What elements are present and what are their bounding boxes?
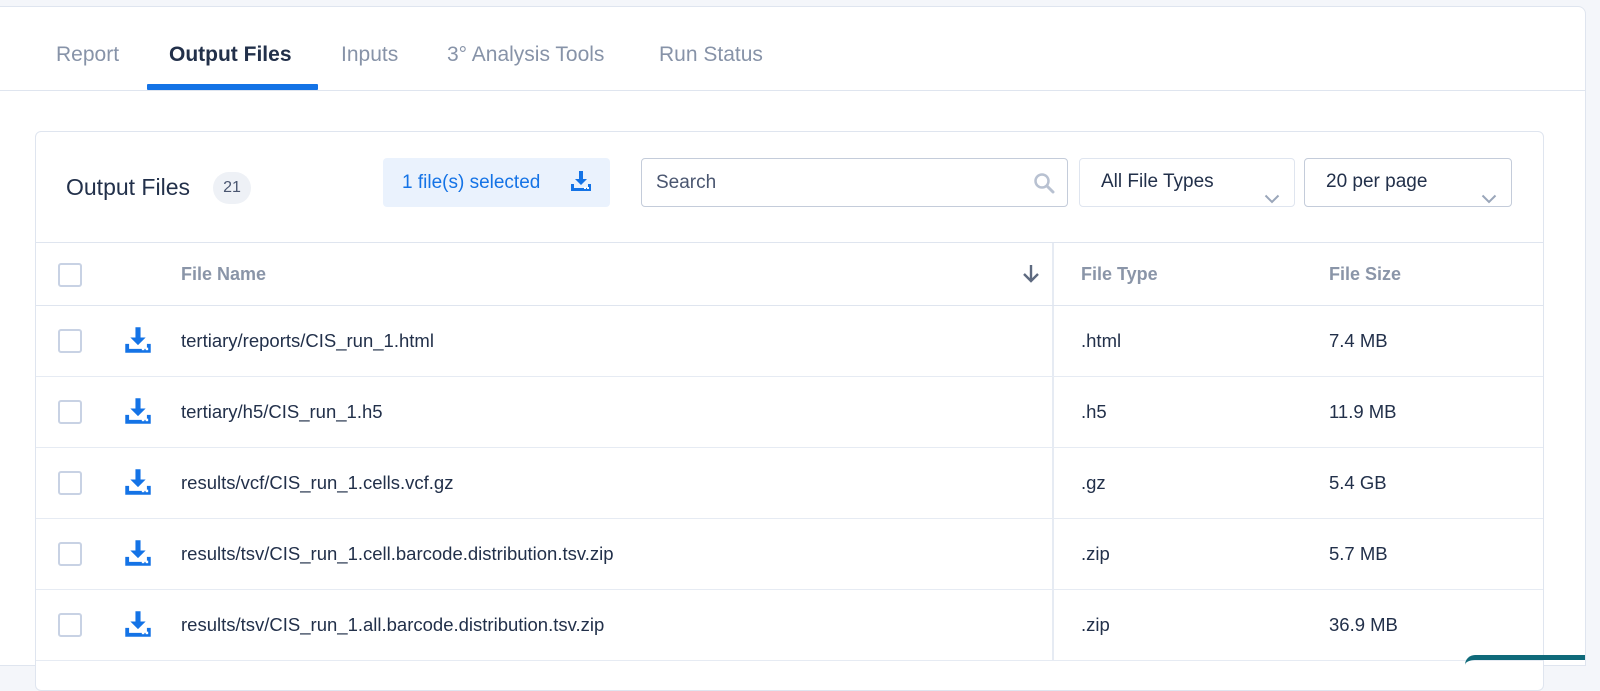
column-divider [1052,590,1054,661]
file-name-cell: tertiary/reports/CIS_run_1.html [181,330,434,351]
select-all-checkbox[interactable] [58,263,82,287]
table-row: results/tsv/CIS_run_1.cell.barcode.distr… [36,519,1543,590]
file-name-cell: results/tsv/CIS_run_1.all.barcode.distri… [181,614,605,635]
tab-output-files[interactable]: Output Files [169,43,292,67]
tab-report[interactable]: Report [56,43,119,67]
file-count-badge: 21 [213,172,251,204]
file-size-cell: 11.9 MB [1329,401,1397,422]
file-size-cell: 5.7 MB [1329,543,1388,564]
column-divider [1052,448,1054,519]
table-row: results/vcf/CIS_run_1.cells.vcf.gz .gz 5… [36,448,1543,519]
chevron-down-icon [1481,176,1497,222]
file-type-cell: .html [1081,330,1122,351]
column-divider[interactable] [1052,243,1054,305]
column-divider [1052,519,1054,590]
output-files-table: File Name File Type File Size tertiary/r… [36,242,1543,661]
arrow-down-icon[interactable] [1021,263,1041,290]
active-tab-indicator [147,84,318,90]
column-header-file-size[interactable]: File Size [1329,264,1401,285]
tab-analysis-tools[interactable]: 3° Analysis Tools [447,43,604,67]
file-type-cell: .zip [1081,614,1110,635]
card-title: Output Files [66,174,190,200]
file-type-cell: .gz [1081,472,1106,493]
row-checkbox[interactable] [58,542,82,566]
selected-count-label: 1 file(s) selected [402,171,541,193]
corner-accent [1465,655,1585,665]
file-type-cell: .zip [1081,543,1110,564]
table-row: tertiary/reports/CIS_run_1.html .html 7.… [36,306,1543,377]
file-size-cell: 36.9 MB [1329,614,1398,635]
chevron-down-icon [1264,176,1280,222]
row-checkbox[interactable] [58,613,82,637]
download-icon[interactable] [124,539,152,572]
output-files-card: Output Files 21 1 file(s) selected Searc… [35,131,1544,691]
file-type-select[interactable]: All File Types [1079,158,1295,207]
run-details-panel: Report Output Files Inputs 3° Analysis T… [0,6,1586,691]
file-size-cell: 5.4 GB [1329,472,1387,493]
file-name-cell: results/tsv/CIS_run_1.cell.barcode.distr… [181,543,614,564]
column-header-file-name[interactable]: File Name [181,264,266,285]
file-type-cell: .h5 [1081,401,1107,422]
search-input[interactable] [642,159,1067,206]
tab-inputs[interactable]: Inputs [341,43,398,67]
search-box [641,158,1068,207]
per-page-select[interactable]: 20 per page [1304,158,1512,207]
tab-run-status[interactable]: Run Status [659,43,763,67]
download-icon[interactable] [124,397,152,430]
table-row: results/tsv/CIS_run_1.all.barcode.distri… [36,590,1543,661]
download-icon[interactable] [124,468,152,501]
file-type-value: All File Types [1101,171,1214,192]
per-page-value: 20 per page [1326,171,1428,192]
file-name-cell: tertiary/h5/CIS_run_1.h5 [181,401,383,422]
table-body: tertiary/reports/CIS_run_1.html .html 7.… [36,306,1543,661]
column-divider [1052,377,1054,448]
column-header-file-type[interactable]: File Type [1081,264,1158,285]
tab-bar: Report Output Files Inputs 3° Analysis T… [0,7,1585,91]
row-checkbox[interactable] [58,400,82,424]
column-divider [1052,306,1054,377]
download-icon [570,170,592,198]
row-checkbox[interactable] [58,471,82,495]
download-icon[interactable] [124,326,152,359]
download-selected-button[interactable]: 1 file(s) selected [383,158,610,207]
search-icon[interactable] [1033,172,1055,199]
table-header: File Name File Type File Size [36,242,1543,306]
row-checkbox[interactable] [58,329,82,353]
file-name-cell: results/vcf/CIS_run_1.cells.vcf.gz [181,472,454,493]
table-row: tertiary/h5/CIS_run_1.h5 .h5 11.9 MB [36,377,1543,448]
download-icon[interactable] [124,610,152,643]
file-size-cell: 7.4 MB [1329,330,1388,351]
